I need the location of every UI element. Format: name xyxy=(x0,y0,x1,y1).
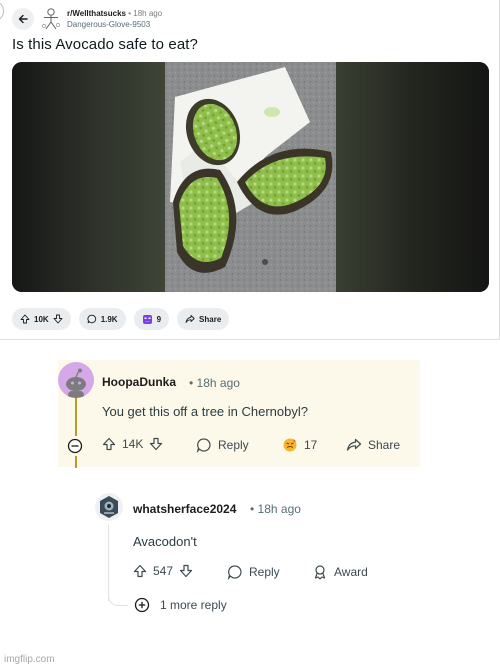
back-button[interactable] xyxy=(12,8,34,30)
reply-bubble-icon xyxy=(196,438,211,453)
comment1-reply-label: Reply xyxy=(218,438,249,452)
comment2-body: Avacodon't xyxy=(133,534,197,549)
post-vote-count: 10K xyxy=(34,314,49,324)
comment-bubble-icon xyxy=(87,314,96,324)
meta-separator: • xyxy=(128,9,132,18)
award-emoji-icon xyxy=(283,438,297,452)
plus-circle-icon xyxy=(134,597,150,613)
collapse-thread-icon[interactable] xyxy=(66,437,84,455)
share-icon xyxy=(346,438,362,451)
downvote-icon[interactable] xyxy=(149,437,163,451)
watermark: imgflip.com xyxy=(4,654,55,665)
comment2-vote: 547 xyxy=(133,564,193,578)
downvote-icon[interactable] xyxy=(179,564,193,578)
comment1-award[interactable]: 17 xyxy=(282,437,317,453)
comment2-time: • 18h ago xyxy=(250,502,301,516)
more-replies-button[interactable]: 1 more reply xyxy=(134,597,227,613)
comment1-share-button[interactable]: Share xyxy=(346,437,400,453)
comment2-timestamp: 18h ago xyxy=(257,502,301,516)
comment2-vote-count: 547 xyxy=(153,564,174,578)
subreddit-avatar-icon[interactable] xyxy=(40,7,62,31)
comment2-author[interactable]: whatsherface2024 xyxy=(133,502,236,516)
comment1-award-count: 17 xyxy=(304,438,318,452)
post-card: r/Wellthatsucks • 18h ago Dangerous-Glov… xyxy=(0,0,500,340)
post-actions: 10K 1.9K 9 Share xyxy=(12,308,230,330)
image-blur-left xyxy=(12,62,165,292)
snoo-avatar-icon xyxy=(66,368,86,398)
comment1-share-label: Share xyxy=(368,438,401,452)
comment1-actions: 14K Reply 17 Share xyxy=(100,437,420,457)
comment1-author[interactable]: HoopaDunka xyxy=(102,375,176,389)
post-time: 18h ago xyxy=(133,9,163,18)
comment2-reply-button[interactable]: Reply xyxy=(227,564,280,580)
reply-bubble-icon xyxy=(227,565,242,580)
subreddit-name[interactable]: r/Wellthatsucks xyxy=(67,9,126,18)
comment2-avatar[interactable] xyxy=(95,493,123,521)
comment2-actions: 547 Reply Award xyxy=(133,564,413,584)
comment2-award-label: Award xyxy=(334,565,368,579)
post-image[interactable] xyxy=(12,62,489,292)
comment1-body: You get this off a tree in Chernobyl? xyxy=(102,404,308,419)
robot-avatar-icon xyxy=(100,496,118,518)
comment1-timestamp: 18h ago xyxy=(196,376,240,390)
comment1-time: • 18h ago xyxy=(189,376,240,390)
awards-button[interactable]: 9 xyxy=(133,308,170,330)
upvote-icon[interactable] xyxy=(20,314,30,324)
post-title[interactable]: Is this Avocado safe to eat? xyxy=(12,36,198,53)
comment1-vote-count: 14K xyxy=(122,437,144,451)
vote-pill: 10K xyxy=(12,308,71,330)
more-replies-label: 1 more reply xyxy=(160,598,227,612)
comment1-vote: 14K xyxy=(102,437,163,451)
thread-line[interactable] xyxy=(75,398,77,436)
comment2-award-button[interactable]: Award xyxy=(312,564,368,580)
image-blur-right xyxy=(336,62,489,292)
upvote-icon[interactable] xyxy=(133,564,147,578)
thread-line-lower xyxy=(75,456,77,468)
comment2-reply-label: Reply xyxy=(249,565,280,579)
upvote-icon[interactable] xyxy=(102,437,116,451)
award-face-icon xyxy=(142,314,152,324)
reply-thread-elbow xyxy=(108,590,128,606)
avocado-illustration xyxy=(165,62,336,292)
post-meta: r/Wellthatsucks • 18h ago Dangerous-Glov… xyxy=(67,8,162,30)
comment2-separator: • xyxy=(250,502,255,516)
award-count: 9 xyxy=(156,314,162,324)
post-author[interactable]: Dangerous-Glove-9503 xyxy=(67,19,162,30)
comments-button[interactable]: 1.9K xyxy=(78,308,126,330)
downvote-icon[interactable] xyxy=(53,314,63,324)
avocado-photo xyxy=(165,62,336,292)
arrow-left-icon xyxy=(18,14,28,24)
share-label: Share xyxy=(199,314,222,324)
window-edge xyxy=(0,2,4,20)
comment1-avatar[interactable] xyxy=(58,362,94,398)
comment1-reply-button[interactable]: Reply xyxy=(196,437,249,453)
share-icon xyxy=(185,315,195,323)
award-ribbon-icon xyxy=(314,565,326,580)
share-button[interactable]: Share xyxy=(177,308,230,330)
comment1-separator: • xyxy=(189,376,194,390)
comment-count: 1.9K xyxy=(100,314,118,324)
